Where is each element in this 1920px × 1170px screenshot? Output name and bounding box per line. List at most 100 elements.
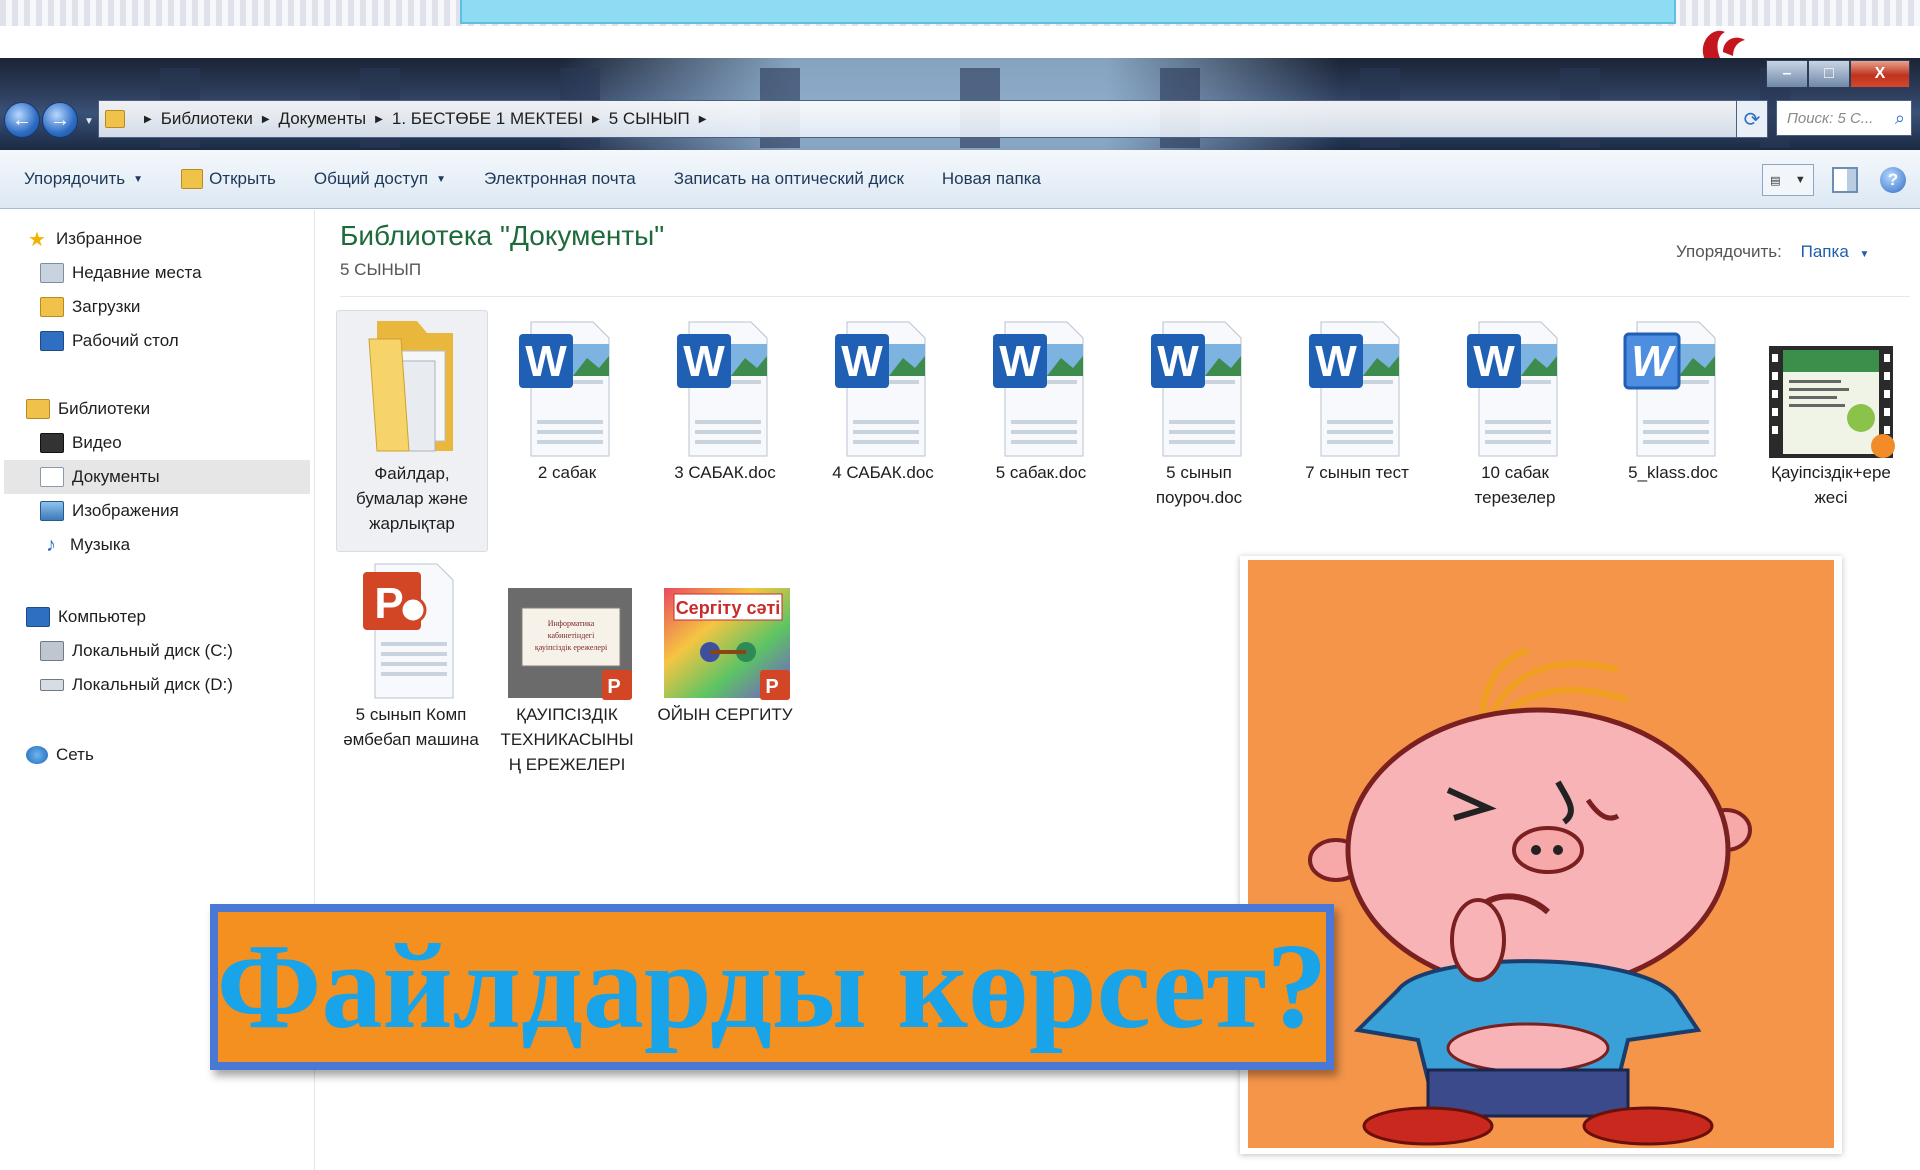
burn-disc-button[interactable]: Записать на оптический диск <box>674 169 904 189</box>
file-item-powerpoint[interactable]: Сергіту сәті P ОЙЫН СЕРГИТУ <box>650 552 800 727</box>
network-icon <box>26 746 48 764</box>
file-label: Файлдар, бумалар және жарлықтар <box>355 464 469 533</box>
star-icon: ★ <box>28 228 46 251</box>
file-item-word[interactable]: W 2 сабак <box>492 310 642 485</box>
address-bar[interactable]: ▶ Библиотеки ▶ Документы ▶ 1. БЕСТӨБЕ 1 … <box>98 100 1756 138</box>
file-item-video[interactable]: Қауіпсіздік+ере жесі <box>1756 310 1906 510</box>
breadcrumb-separator-icon[interactable]: ▶ <box>592 114 600 125</box>
file-label: 4 САБАК.doc <box>832 463 934 482</box>
word-document-icon: W <box>1309 321 1400 457</box>
video-icon <box>40 433 64 453</box>
sidebar-item-label: Недавние места <box>72 263 202 282</box>
sidebar-item-libraries[interactable]: Библиотеки <box>26 392 150 426</box>
file-item-powerpoint[interactable]: P 5 сынып Комп әмбебап машина <box>336 552 486 752</box>
breadcrumb-class[interactable]: 5 СЫНЫП <box>609 109 690 129</box>
corner-logo-icon <box>1702 30 1745 60</box>
file-item-word[interactable]: W 5 сабак.doc <box>966 310 1116 485</box>
sidebar-item-drive-d[interactable]: Локальный диск (D:) <box>40 668 233 702</box>
refresh-button[interactable]: ⟳ <box>1736 100 1768 138</box>
folder-icon <box>105 110 125 128</box>
sidebar-item-favorites[interactable]: ★ Избранное <box>26 222 142 256</box>
svg-text:W: W <box>1315 337 1357 386</box>
organize-label: Упорядочить <box>24 169 126 188</box>
arrange-dropdown[interactable]: Папка <box>1801 242 1849 261</box>
file-item-word[interactable]: W 7 сынып тест <box>1282 310 1432 485</box>
file-item-word[interactable]: W 5_klass.doc <box>1598 310 1748 485</box>
file-item-word[interactable]: W 4 САБАК.doc <box>808 310 958 485</box>
breadcrumb-separator-icon[interactable]: ▶ <box>144 114 152 125</box>
thumbnail-title: Сергіту сәті <box>676 598 781 618</box>
file-item-word[interactable]: W 3 САБАК.doc <box>650 310 800 485</box>
hard-drive-icon <box>40 641 64 661</box>
share-button[interactable]: Общий доступ ▼ <box>314 169 446 189</box>
close-button[interactable]: X <box>1850 60 1910 88</box>
file-item-word[interactable]: W 10 сабак терезелер <box>1440 310 1590 510</box>
libraries-icon <box>26 399 50 419</box>
sidebar-item-label: Видео <box>72 433 122 452</box>
minimize-button[interactable]: – <box>1766 60 1808 88</box>
sidebar-item-computer[interactable]: Компьютер <box>26 600 146 634</box>
forward-button[interactable]: → <box>42 102 78 138</box>
sidebar-item-drive-c[interactable]: Локальный диск (C:) <box>40 634 233 668</box>
sidebar-item-network[interactable]: Сеть <box>26 738 94 772</box>
email-button[interactable]: Электронная почта <box>484 169 636 189</box>
sidebar-item-video[interactable]: Видео <box>40 426 122 460</box>
word-legacy-document-icon: W <box>1623 321 1716 457</box>
breadcrumb-separator-icon[interactable]: ▶ <box>699 114 707 125</box>
change-view-button[interactable]: ▤ ▼ <box>1762 164 1814 196</box>
powerpoint-document-icon: P <box>363 563 454 699</box>
svg-text:W: W <box>1473 337 1515 386</box>
breadcrumb-school[interactable]: 1. БЕСТӨБЕ 1 МЕКТЕБІ <box>392 109 583 129</box>
back-button[interactable]: ← <box>4 102 40 138</box>
svg-text:W: W <box>1157 337 1199 386</box>
sidebar-item-recent-places[interactable]: Недавние места <box>40 256 202 290</box>
breadcrumb-documents[interactable]: Документы <box>279 109 367 129</box>
svg-text:P: P <box>607 676 620 698</box>
word-document-icon: W <box>1151 321 1242 457</box>
file-label: 7 сынып тест <box>1305 463 1409 482</box>
chevron-down-icon: ▼ <box>1794 174 1806 186</box>
file-item-folder-shortcuts[interactable]: Файлдар, бумалар және жарлықтар <box>336 310 488 552</box>
hard-drive-icon <box>40 679 64 691</box>
sidebar-item-images[interactable]: Изображения <box>40 494 179 528</box>
chevron-down-icon[interactable]: ▼ <box>1860 249 1870 260</box>
open-label: Открыть <box>209 169 276 188</box>
recent-pages-dropdown-icon[interactable]: ▼ <box>84 116 94 127</box>
file-label: 2 сабак <box>537 463 597 482</box>
word-document-icon: W <box>835 321 926 457</box>
share-label: Общий доступ <box>313 169 429 188</box>
sidebar-item-downloads[interactable]: Загрузки <box>40 290 140 324</box>
organize-button[interactable]: Упорядочить ▼ <box>24 169 143 189</box>
sidebar-item-music[interactable]: ♪ Музыка <box>40 528 130 562</box>
sidebar-item-desktop[interactable]: Рабочий стол <box>40 324 179 358</box>
view-icon: ▤ <box>1770 174 1781 187</box>
sidebar-item-label: Изображения <box>72 501 179 520</box>
divider <box>340 296 1910 297</box>
file-item-word[interactable]: W 5 сынып поуроч.doc <box>1124 310 1274 510</box>
sidebar-item-label: Локальный диск (C:) <box>72 641 233 660</box>
help-button[interactable]: ? <box>1880 167 1906 193</box>
maximize-button[interactable]: □ <box>1808 60 1850 88</box>
svg-text:W: W <box>1631 337 1676 386</box>
file-label: 5 сынып Комп әмбебап машина <box>343 705 479 749</box>
search-placeholder: Поиск: 5 С... <box>1787 109 1874 127</box>
slide-header-strip <box>0 0 1920 60</box>
file-item-powerpoint[interactable]: Информатика кабинетіндегі қауіпсіздік ер… <box>492 552 642 777</box>
breadcrumb-separator-icon[interactable]: ▶ <box>262 114 270 125</box>
search-input[interactable]: Поиск: 5 С... ⌕ <box>1776 100 1912 136</box>
open-button[interactable]: Открыть <box>181 169 276 189</box>
file-label: 5 сабак.doc <box>995 463 1087 482</box>
preview-pane-button[interactable] <box>1832 167 1858 193</box>
new-folder-button[interactable]: Новая папка <box>942 169 1041 189</box>
breadcrumb-separator-icon[interactable]: ▶ <box>375 114 383 125</box>
svg-text:W: W <box>999 337 1041 386</box>
title-bar: – □ X ← → ▼ ▶ Библиотеки ▶ Документы ▶ 1… <box>0 58 1920 150</box>
search-icon[interactable]: ⌕ <box>1895 108 1905 129</box>
chevron-down-icon: ▼ <box>436 173 446 185</box>
question-banner: Файлдарды көрсет? <box>210 904 1334 1070</box>
downloads-folder-icon <box>40 297 64 317</box>
word-document-icon: W <box>677 321 768 457</box>
sidebar-item-documents[interactable]: Документы <box>4 460 310 494</box>
documents-icon <box>40 467 64 487</box>
breadcrumb-libraries[interactable]: Библиотеки <box>161 109 253 129</box>
